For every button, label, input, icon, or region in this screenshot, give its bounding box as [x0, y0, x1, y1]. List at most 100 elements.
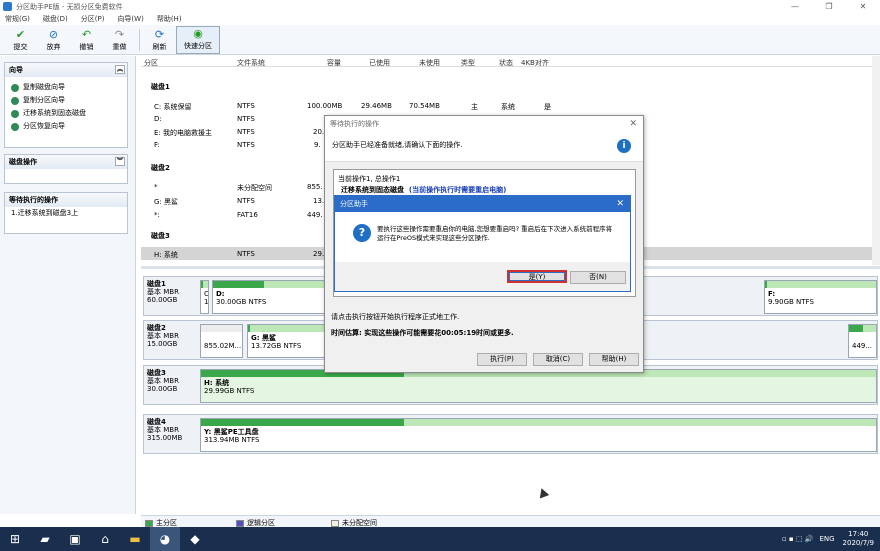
operation-note: (当前操作执行时需要重启电脑): [408, 186, 507, 194]
clock-time: 17:40: [848, 530, 869, 538]
menu-help[interactable]: 帮助(H): [157, 14, 182, 24]
system-tray: ▫ ▪ ⬚ 🔊 ENG 17:40 2020/7/9: [782, 530, 874, 548]
partition-block[interactable]: D: 30.00GB NTFS: [212, 280, 327, 314]
start-icon[interactable]: ⊞: [0, 527, 30, 551]
disk-name: 磁盘1: [151, 83, 170, 91]
partition-block[interactable]: C1: [200, 280, 209, 314]
partition-block[interactable]: F: 9.90GB NTFS: [764, 280, 877, 314]
disk-name: 磁盘3: [147, 369, 166, 377]
undo-icon: ↶: [81, 27, 92, 41]
shark-icon[interactable]: ◆: [180, 527, 210, 551]
menu-partition[interactable]: 分区(P): [81, 14, 105, 24]
confirm-body: ? 要执行这些操作需要重启你的电脑,您想要重启吗? 重启后在下次进入系统前程序将…: [335, 212, 630, 262]
disk-ops-header: 磁盘操作 ︾: [5, 155, 127, 169]
time-estimate: 时间估算: 实现这些操作可能需要花00:05:19时间或更多.: [331, 329, 514, 337]
legend: 主分区 逻辑分区 未分配空间: [141, 515, 880, 527]
partition-sub: 1: [204, 298, 209, 306]
list-scrollbar[interactable]: [872, 56, 880, 265]
disk-group-header: 磁盘1: [141, 79, 878, 92]
partition-block[interactable]: Y: 黑鲨PE工具盘 313.94MB NTFS: [200, 418, 877, 452]
partition-label: D:: [216, 290, 225, 298]
partition-block[interactable]: 449...: [848, 324, 877, 358]
pending-op-item[interactable]: 1.迁移系统到磁盘3上: [5, 207, 127, 220]
cancel-button[interactable]: 取消(C): [533, 353, 583, 366]
operation-item: 迁移系统到固态磁盘 (当前操作执行时需要重启电脑): [341, 185, 631, 195]
yes-button[interactable]: 是(Y): [507, 270, 567, 283]
collapse-up-icon[interactable]: ︽: [115, 65, 125, 74]
discard-button[interactable]: ⊘ 放弃: [37, 26, 70, 54]
disk-tool-icon[interactable]: ▰: [30, 527, 60, 551]
menu-bar: 常规(G) 磁盘(D) 分区(P) 向导(W) 帮助(H): [0, 13, 880, 25]
close-button[interactable]: ✕: [846, 0, 880, 13]
computer-icon[interactable]: ▣: [60, 527, 90, 551]
lang-indicator[interactable]: ENG: [819, 535, 834, 543]
minimize-button[interactable]: —: [778, 0, 812, 13]
wizard-panel-header: 向导 ︽: [5, 63, 127, 77]
disk-info: 磁盘2 基本 MBR 15.00GB: [147, 324, 195, 348]
menu-disk[interactable]: 磁盘(D): [43, 14, 68, 24]
disk-map-row[interactable]: 磁盘4 基本 MBR 315.00MB Y: 黑鲨PE工具盘 313.94MB NTF…: [143, 414, 878, 454]
quick-partition-label: 快速分区: [184, 42, 212, 50]
wizard-copy-partition[interactable]: 复制分区向导: [5, 94, 127, 107]
partition-block[interactable]: 855.02M...: [200, 324, 243, 358]
confirm-titlebar: 分区助手 ✕: [335, 196, 630, 212]
partition-sub: 9.90GB NTFS: [768, 298, 814, 306]
undo-button[interactable]: ↶ 撤销: [70, 26, 103, 54]
redo-icon: ↷: [114, 27, 125, 41]
tray-icons[interactable]: ▫ ▪ ⬚ 🔊: [782, 535, 814, 543]
disk-info: 磁盘3 基本 MBR 30.00GB: [147, 369, 195, 393]
help-button[interactable]: 帮助(H): [589, 353, 639, 366]
close-icon[interactable]: ✕: [616, 196, 624, 212]
wizard-item-label: 分区恢复向导: [23, 122, 65, 130]
submit-button[interactable]: ✔ 提交: [4, 26, 37, 54]
close-icon[interactable]: ✕: [629, 116, 637, 132]
toolbar-separator: [139, 29, 140, 51]
menu-general[interactable]: 常规(G): [5, 14, 30, 24]
expand-down-icon[interactable]: ︾: [115, 157, 125, 166]
redo-button[interactable]: ↷ 重做: [103, 26, 136, 54]
network-icon[interactable]: ⌂: [90, 527, 120, 551]
partition-assistant-taskbar-icon[interactable]: ◕: [150, 527, 180, 551]
pending-ops-header: 等待执行的操作: [5, 193, 127, 207]
check-icon: ✔: [15, 27, 26, 41]
dialog-header-text: 分区助手已经准备就绪,请确认下面的操作.: [332, 141, 463, 149]
submit-label: 提交: [13, 43, 28, 51]
disk-info: 磁盘1 基本 MBR 60.00GB: [147, 280, 195, 304]
table-row[interactable]: C: 系统保留 NTFS 100.00MB 29.46MB 70.54MB 主系统是: [141, 99, 878, 112]
window-title: 分区助手PE版 - 无损分区免费软件: [16, 2, 123, 11]
confirm-restart-dialog: 分区助手 ✕ ? 要执行这些操作需要重启你的电脑,您想要重启吗? 重启后在下次进入…: [334, 195, 631, 292]
wizard-panel: 向导 ︽ 复制磁盘向导 复制分区向导 迁移系统到固态磁盘 分区恢复向导: [4, 62, 128, 148]
disk-type: 基本 MBR: [147, 288, 179, 296]
partition-label: F:: [768, 290, 776, 298]
disk-type: 基本 MBR: [147, 332, 179, 340]
refresh-icon: ⟳: [154, 27, 165, 41]
info-icon: i: [617, 139, 631, 153]
partition-label: H: 系统: [204, 379, 230, 387]
partition-label: G: 黑鲨: [251, 334, 276, 342]
current-op-count: 当前操作1, 总操作1: [338, 175, 401, 183]
execute-button[interactable]: 执行(P): [477, 353, 527, 366]
wizard-icon: [11, 83, 19, 92]
clock[interactable]: 17:40 2020/7/9: [843, 530, 874, 548]
no-button[interactable]: 否(N): [570, 271, 626, 284]
folder-icon[interactable]: ▬: [120, 527, 150, 551]
partition-sub: 30.00GB NTFS: [216, 298, 267, 306]
quick-partition-button[interactable]: ◉ 快速分区: [176, 26, 220, 54]
wizard-copy-disk[interactable]: 复制磁盘向导: [5, 81, 127, 94]
wizard-icon: [11, 96, 19, 105]
redo-label: 重做: [112, 43, 127, 51]
wizard-item-label: 复制磁盘向导: [23, 83, 65, 91]
wizard-migrate-os[interactable]: 迁移系统到固态磁盘: [5, 107, 127, 120]
pending-op-label: 1.迁移系统到磁盘3上: [11, 209, 79, 217]
partition-block[interactable]: H: 系统 29.99GB NTFS: [200, 369, 877, 403]
menu-wizard[interactable]: 向导(W): [117, 14, 143, 24]
maximize-button[interactable]: ❐: [812, 0, 846, 13]
refresh-button[interactable]: ⟳ 刷新: [143, 26, 176, 54]
partition-block[interactable]: G: 黑鲨 13.72GB NTFS: [247, 324, 327, 358]
dialog-header: 分区助手已经准备就绪,请确认下面的操作. i: [325, 132, 643, 162]
wizard-partition-recovery[interactable]: 分区恢复向导: [5, 120, 127, 133]
disk-name: 磁盘2: [151, 164, 170, 172]
disk-size: 60.00GB: [147, 296, 178, 304]
app-icon: [3, 2, 12, 11]
disk-name: 磁盘1: [147, 280, 166, 288]
